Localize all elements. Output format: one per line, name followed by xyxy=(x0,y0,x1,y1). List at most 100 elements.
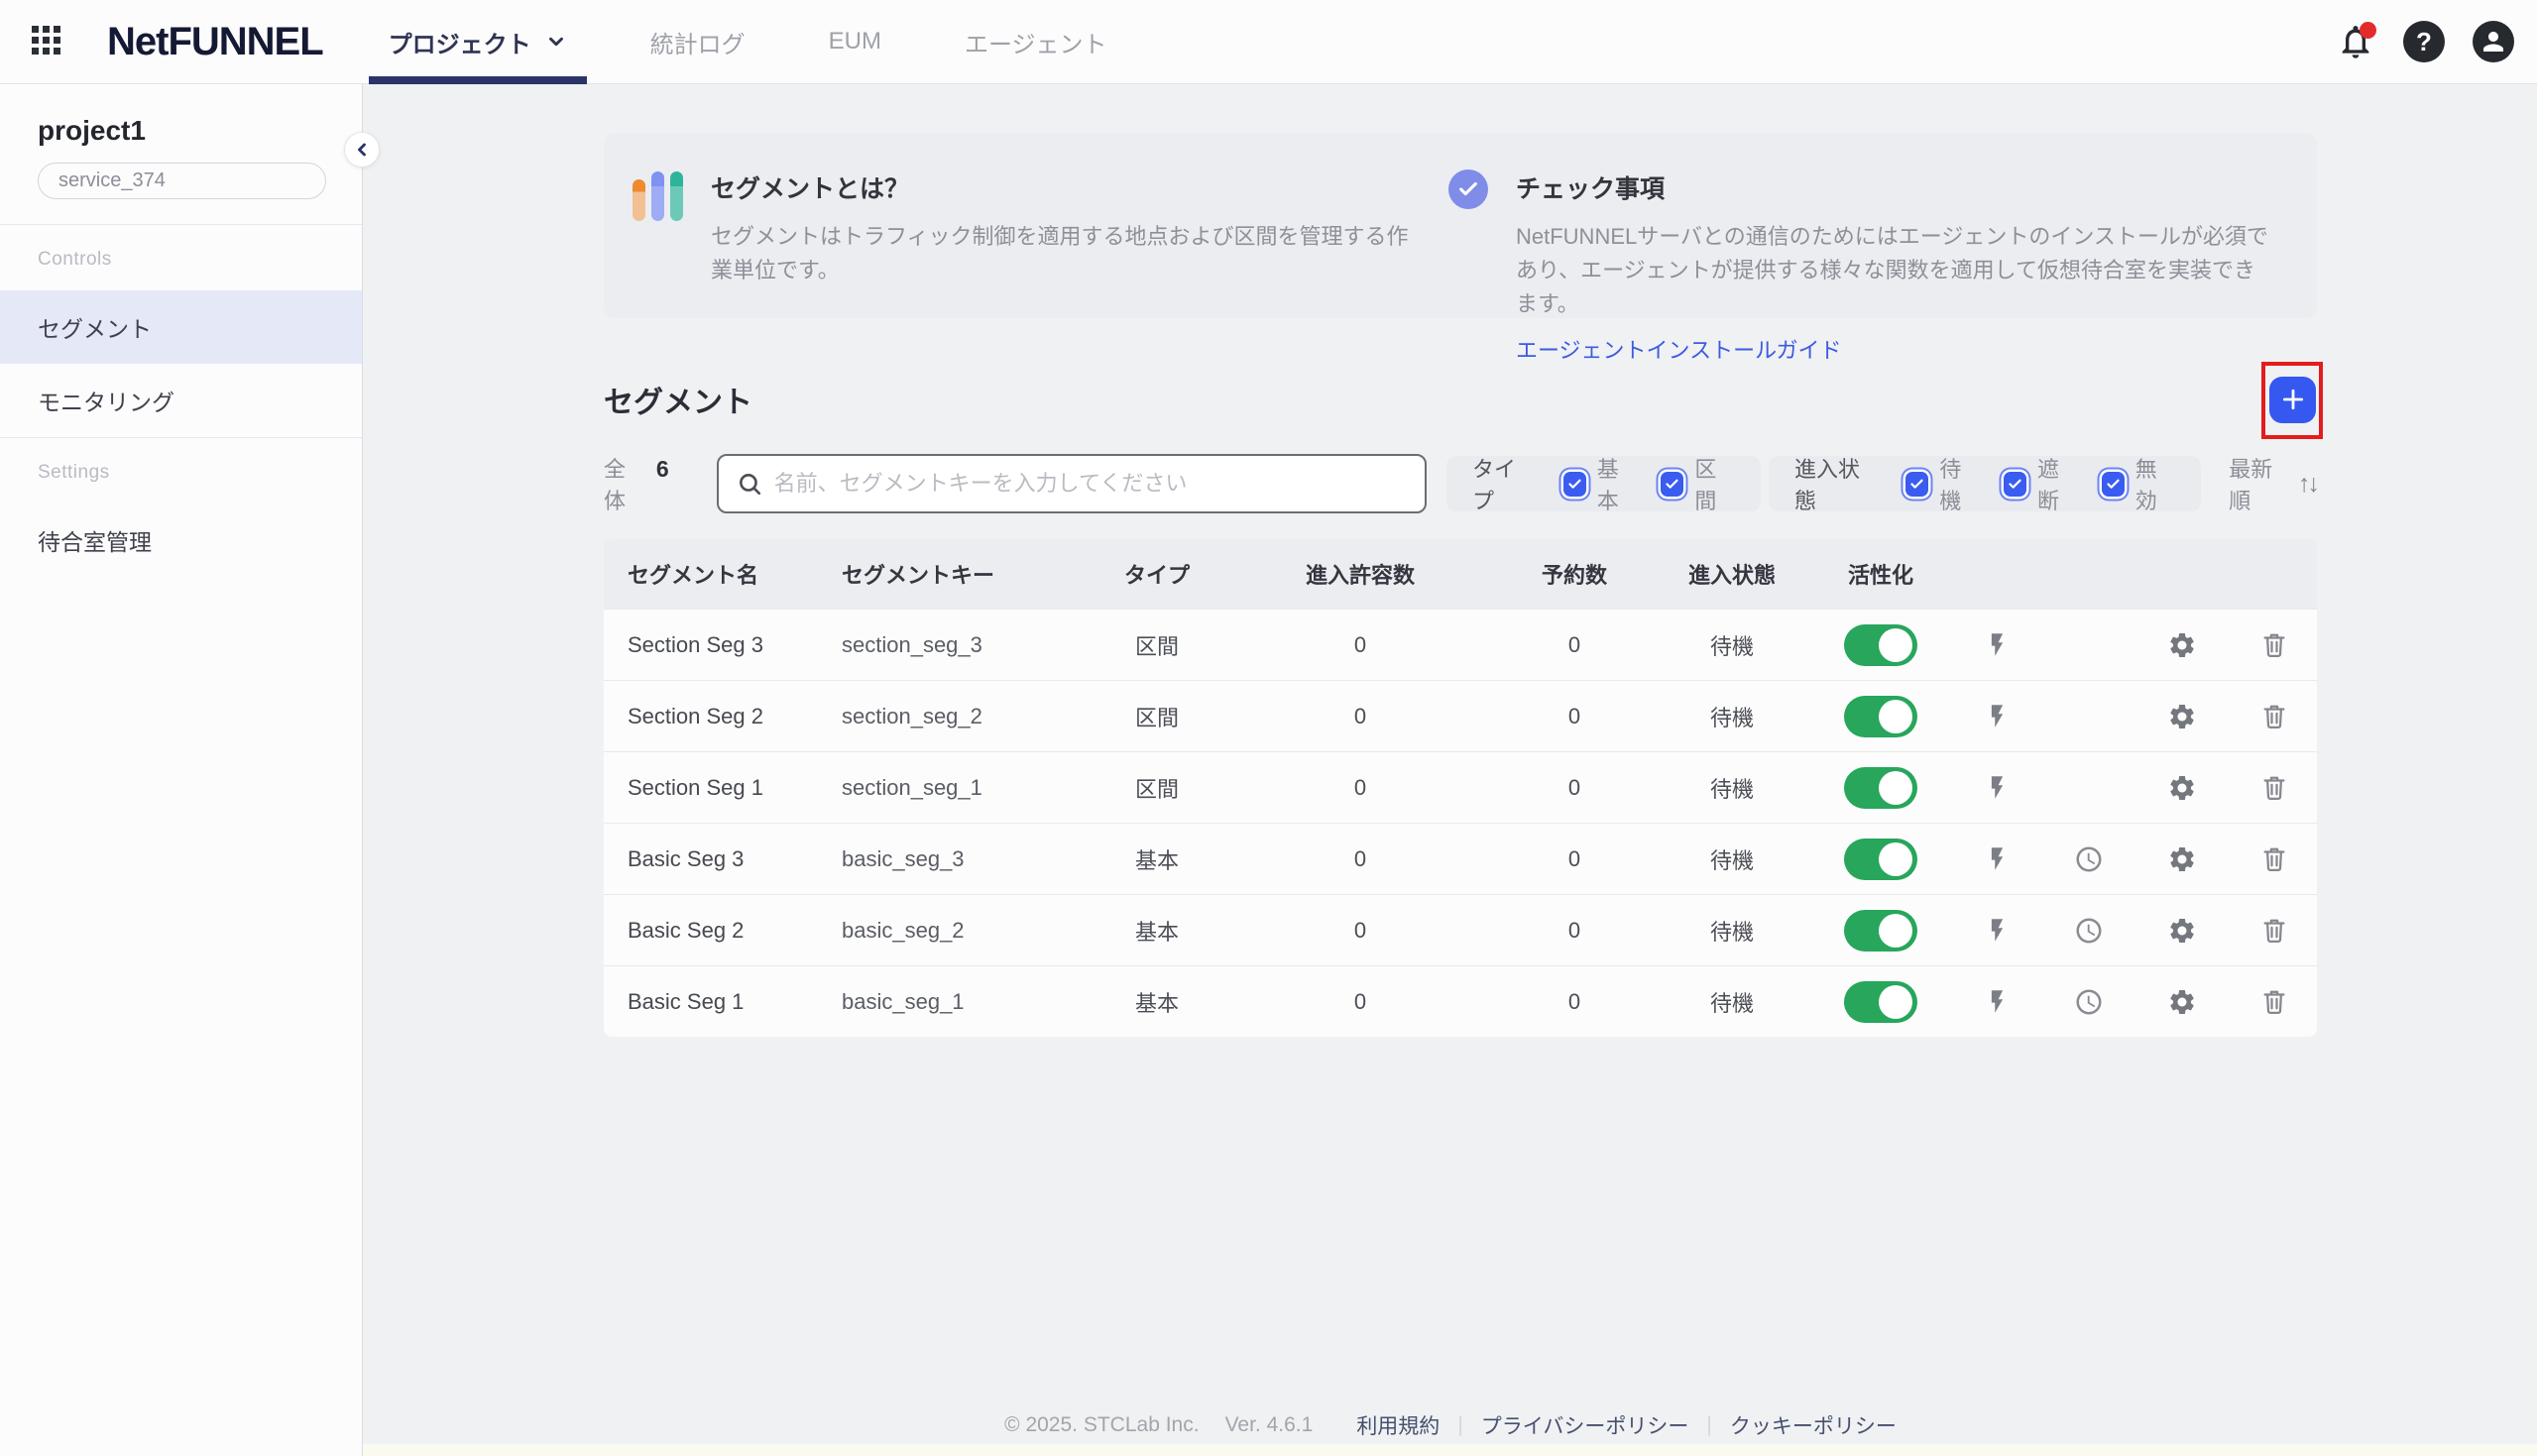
state-filter-waiting-option[interactable]: 待機 xyxy=(1902,452,1980,515)
delete-icon[interactable] xyxy=(2257,628,2291,662)
toggle-knob xyxy=(1879,842,1912,876)
delete-icon[interactable] xyxy=(2257,842,2291,876)
sidebar: project1 service_374 Controls セグメント モニタリ… xyxy=(0,84,363,1456)
version-text: Ver. 4.6.1 xyxy=(1225,1413,1314,1437)
segment-type-cell: 区間 xyxy=(1060,701,1254,732)
segment-type-cell: 区間 xyxy=(1060,772,1254,804)
activation-toggle[interactable] xyxy=(1844,624,1917,666)
notification-badge-dot xyxy=(2360,22,2376,39)
tab-project[interactable]: プロジェクト xyxy=(369,0,587,83)
cookie-policy-link[interactable]: クッキーポリシー xyxy=(1730,1410,1897,1440)
state-filter-blocked-option[interactable]: 遮断 xyxy=(2000,452,2078,515)
add-segment-button[interactable] xyxy=(2269,377,2316,423)
entry-state-cell: 待機 xyxy=(1682,772,1782,804)
netfunnel-logo[interactable]: NetFUNNEL xyxy=(107,20,323,64)
type-filter-group: タイプ 基本 区間 xyxy=(1446,456,1761,511)
schedule-icon[interactable] xyxy=(2072,914,2106,948)
checkbox-checked-icon[interactable] xyxy=(1563,472,1586,497)
checkbox-checked-icon[interactable] xyxy=(1661,472,1683,497)
type-filter-basic-option[interactable]: 基本 xyxy=(1559,452,1638,515)
help-icon[interactable]: ? xyxy=(2403,21,2445,62)
segment-name-cell: Section Seg 3 xyxy=(604,632,842,658)
header-icons: ? xyxy=(2336,21,2514,62)
table-row: Basic Seg 1 basic_seg_1 基本 0 0 待機 xyxy=(604,965,2317,1037)
banner-right-description: NetFUNNELサーバとの通信のためにはエージェントのインストールが必須であり… xyxy=(1516,220,2269,321)
segment-key-cell: section_seg_2 xyxy=(842,704,1060,729)
entry-allowance-cell: 0 xyxy=(1254,918,1466,944)
apps-grid-icon[interactable] xyxy=(32,26,63,57)
banner-left-description: セグメントはトラフィック制御を適用する地点および区間を管理する作業単位です。 xyxy=(711,220,1425,287)
bolt-icon[interactable] xyxy=(1980,628,2014,662)
delete-icon[interactable] xyxy=(2257,771,2291,805)
sidebar-collapse-button[interactable] xyxy=(344,132,380,168)
controls-section-label: Controls xyxy=(38,249,362,271)
privacy-policy-link[interactable]: プライバシーポリシー xyxy=(1481,1410,1689,1440)
toggle-knob xyxy=(1879,700,1912,733)
toggle-knob xyxy=(1879,628,1912,662)
delete-icon[interactable] xyxy=(2257,700,2291,733)
entry-state-cell: 待機 xyxy=(1682,701,1782,732)
bolt-icon[interactable] xyxy=(1980,914,2014,948)
header-type: タイプ xyxy=(1060,558,1254,590)
activation-toggle[interactable] xyxy=(1844,839,1917,880)
terms-link[interactable]: 利用規約 xyxy=(1356,1410,1440,1440)
agent-install-guide-link[interactable]: エージェントインストールガイド xyxy=(1516,333,1841,365)
table-row: Basic Seg 3 basic_seg_3 基本 0 0 待機 xyxy=(604,823,2317,894)
bolt-icon[interactable] xyxy=(1980,985,2014,1019)
notifications-bell-icon[interactable] xyxy=(2336,22,2375,61)
settings-icon[interactable] xyxy=(2165,914,2199,948)
bolt-icon[interactable] xyxy=(1980,771,2014,805)
page-title: セグメント xyxy=(604,378,752,421)
bottom-strip xyxy=(0,1444,2537,1456)
tab-project-label: プロジェクト xyxy=(389,25,531,59)
schedule-icon[interactable] xyxy=(2072,842,2106,876)
checkbox-checked-icon[interactable] xyxy=(2102,472,2125,497)
tab-statistics-log[interactable]: 統計ログ xyxy=(631,0,765,83)
type-filter-section-option[interactable]: 区間 xyxy=(1657,452,1735,515)
activation-toggle[interactable] xyxy=(1844,910,1917,952)
search-input[interactable] xyxy=(774,471,1407,497)
state-filter-waiting-label: 待機 xyxy=(1939,452,1980,515)
checkbox-checked-icon[interactable] xyxy=(1905,472,1928,497)
activation-toggle[interactable] xyxy=(1844,696,1917,737)
sidebar-item-waiting-room[interactable]: 待合室管理 xyxy=(0,504,362,577)
tab-eum[interactable]: EUM xyxy=(809,0,901,83)
settings-icon[interactable] xyxy=(2165,771,2199,805)
header-entry-allowance: 進入許容数 xyxy=(1254,558,1466,590)
delete-icon[interactable] xyxy=(2257,914,2291,948)
search-box xyxy=(717,454,1427,513)
bolt-icon[interactable] xyxy=(1980,700,2014,733)
settings-icon[interactable] xyxy=(2165,700,2199,733)
activation-toggle[interactable] xyxy=(1844,981,1917,1023)
entry-state-cell: 待機 xyxy=(1682,843,1782,875)
search-icon xyxy=(737,471,762,497)
segment-type-cell: 基本 xyxy=(1060,915,1254,947)
table-header-row: セグメント名 セグメントキー タイプ 進入許容数 予約数 進入状態 活性化 xyxy=(604,539,2317,609)
copyright-text: © 2025. STCLab Inc. xyxy=(1004,1413,1199,1437)
delete-icon[interactable] xyxy=(2257,985,2291,1019)
activation-toggle[interactable] xyxy=(1844,767,1917,809)
state-filter-disabled-option[interactable]: 無効 xyxy=(2098,452,2176,515)
bolt-icon[interactable] xyxy=(1980,842,2014,876)
account-avatar-icon[interactable] xyxy=(2473,21,2514,62)
sort-control[interactable]: 最新順 ↑↓ xyxy=(2229,452,2317,515)
segment-key-cell: basic_seg_2 xyxy=(842,918,1060,944)
tab-agent[interactable]: エージェント xyxy=(945,0,1127,83)
service-selector[interactable]: service_374 xyxy=(38,163,326,199)
info-banner: セグメントとは？ セグメントはトラフィック制御を適用する地点および区間を管理する… xyxy=(604,133,2317,318)
reservation-count-cell: 0 xyxy=(1466,704,1682,729)
segment-key-cell: section_seg_1 xyxy=(842,775,1060,801)
checkbox-checked-icon[interactable] xyxy=(2004,472,2026,497)
type-filter-section-label: 区間 xyxy=(1694,452,1735,515)
settings-icon[interactable] xyxy=(2165,985,2199,1019)
settings-icon[interactable] xyxy=(2165,842,2199,876)
segment-name-cell: Basic Seg 2 xyxy=(604,918,842,944)
sidebar-item-segments[interactable]: セグメント xyxy=(0,290,362,364)
footer-separator: | xyxy=(1706,1413,1711,1437)
entry-state-cell: 待機 xyxy=(1682,915,1782,947)
settings-icon[interactable] xyxy=(2165,628,2199,662)
sidebar-item-monitoring[interactable]: モニタリング xyxy=(0,364,362,437)
sidebar-divider xyxy=(0,224,362,225)
schedule-icon[interactable] xyxy=(2072,985,2106,1019)
check-circle-icon xyxy=(1448,169,1488,209)
